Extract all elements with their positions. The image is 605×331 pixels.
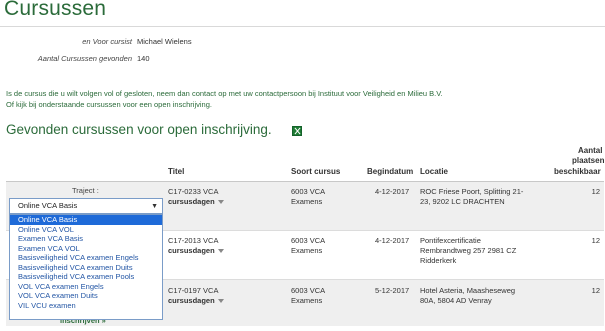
row-2-dagen[interactable]: cursusdagen xyxy=(168,246,224,256)
excel-icon[interactable] xyxy=(292,126,302,136)
row-2-begindatum: 4-12-2017 xyxy=(375,236,410,245)
row-2-dagen-label: cursusdagen xyxy=(168,246,215,255)
chevron-down-icon xyxy=(217,200,224,205)
chevron-down-icon xyxy=(217,249,224,254)
dropdown-arrow-icon: ▼ xyxy=(151,203,158,210)
row-1-dagen[interactable]: cursusdagen xyxy=(168,197,224,207)
row-3-dagen-label: cursusdagen xyxy=(168,296,215,305)
traject-option[interactable]: Examen VCA Basis xyxy=(10,234,162,244)
row-1-code: C17-0233 VCA xyxy=(168,187,219,196)
intro-line-1: Is de cursus die u wilt volgen vol of ge… xyxy=(6,89,443,98)
header-begindatum: Begindatum xyxy=(367,167,414,176)
traject-label: Traject : xyxy=(72,186,99,195)
row-2-locatie-3: Ridderkerk xyxy=(420,256,457,265)
cursist-row: en Voor cursist Michael Wielens xyxy=(0,37,605,47)
traject-selected-value: Online VCA Basis xyxy=(18,201,78,210)
row-3-soort-1: 6003 VCA xyxy=(291,286,326,295)
row-1-soort-1: 6003 VCA xyxy=(291,187,326,196)
traject-option[interactable]: VIL VCU examen xyxy=(10,301,162,311)
chevron-down-icon xyxy=(217,299,224,304)
intro-line-2: Of kijk bij onderstaande cursussen voor … xyxy=(6,100,212,109)
row-3-code: C17-0197 VCA xyxy=(168,286,219,295)
section-title: Gevonden cursussen voor open inschrijvin… xyxy=(6,122,272,137)
cursist-label: en Voor cursist xyxy=(82,37,132,46)
header-plaatsen-3: beschikbaar xyxy=(554,167,601,176)
header-titel: Titel xyxy=(168,167,185,176)
cursist-value: Michael Wielens xyxy=(137,37,192,46)
row-2-soort-2: Examens xyxy=(291,246,323,255)
header-plaatsen-2: plaatsen xyxy=(572,156,605,165)
title-divider xyxy=(0,26,605,27)
traject-option[interactable]: Basisveiligheid VCA examen Pools xyxy=(10,272,162,282)
row-3-dagen[interactable]: cursusdagen xyxy=(168,296,224,306)
row-1-locatie-2: 23, 9202 LC DRACHTEN xyxy=(420,197,505,206)
row-3-plaatsen: 12 xyxy=(591,286,600,295)
traject-option[interactable]: Online VCA VOL xyxy=(10,225,162,235)
header-locatie: Locatie xyxy=(420,167,449,176)
row-3-locatie-2: 80A, 5804 AD Venray xyxy=(420,296,492,305)
traject-select[interactable]: Online VCA Basis ▼ xyxy=(9,198,163,214)
traject-option[interactable]: Basisveiligheid VCA examen Duits xyxy=(10,263,162,273)
count-label: Aantal Cursussen gevonden xyxy=(37,54,132,63)
traject-dropdown-list: Online VCA Basis Online VCA VOL Examen V… xyxy=(9,214,163,320)
count-row: Aantal Cursussen gevonden 140 xyxy=(0,54,605,64)
count-value: 140 xyxy=(137,54,150,63)
row-1-plaatsen: 12 xyxy=(591,187,600,196)
traject-option[interactable]: VOL VCA examen Duits xyxy=(10,291,162,301)
page-title: Cursussen xyxy=(4,0,107,20)
row-1-soort-2: Examens xyxy=(291,197,323,206)
header-soort: Soort cursus xyxy=(291,167,341,176)
traject-option[interactable]: Online VCA Basis xyxy=(10,215,162,225)
row-1-begindatum: 4-12-2017 xyxy=(375,187,410,196)
traject-option[interactable]: Examen VCA VOL xyxy=(10,244,162,254)
traject-option[interactable]: VOL VCA examen Engels xyxy=(10,282,162,292)
row-2-plaatsen: 12 xyxy=(591,236,600,245)
traject-option[interactable]: Basisveiligheid VCA examen Engels xyxy=(10,253,162,263)
row-1-locatie-1: ROC Friese Poort, Splitting 21- xyxy=(420,187,524,196)
row-2-soort-1: 6003 VCA xyxy=(291,236,326,245)
row-2-locatie-1: Pontifexcertificatie xyxy=(420,236,481,245)
row-2-code: C17-2013 VCA xyxy=(168,236,219,245)
row-3-locatie-1: Hotel Asteria, Maasheseweg xyxy=(420,286,516,295)
row-2-locatie-2: Rembrandtweg 257 2981 CZ xyxy=(420,246,517,255)
row-3-soort-2: Examens xyxy=(291,296,323,305)
row-1-dagen-label: cursusdagen xyxy=(168,197,215,206)
row-3-begindatum: 5-12-2017 xyxy=(375,286,410,295)
header-plaatsen-1: Aantal xyxy=(578,146,603,155)
